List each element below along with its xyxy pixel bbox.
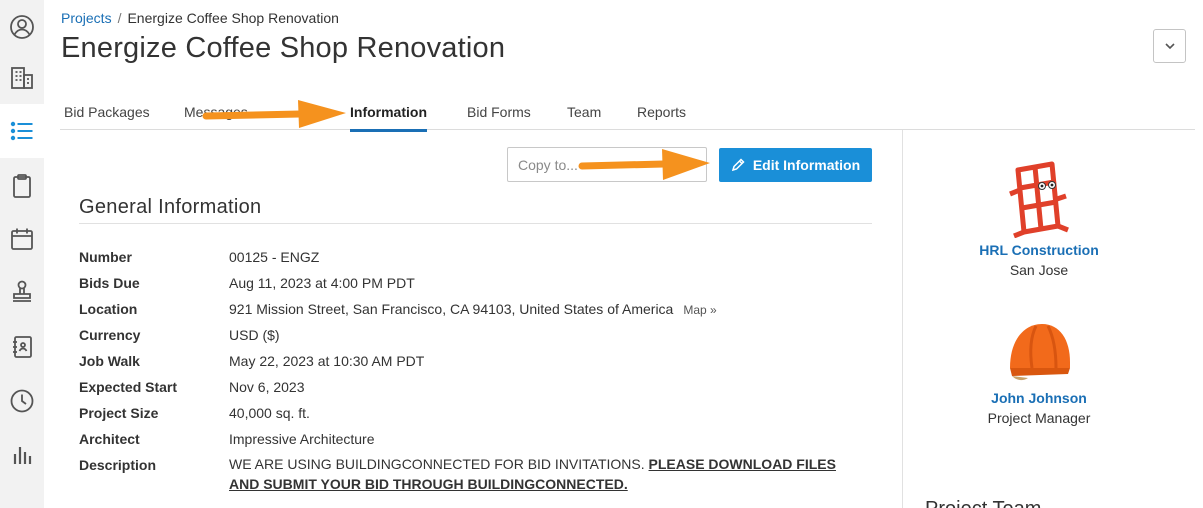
breadcrumb-separator: / (117, 10, 122, 26)
info-label: Architect (79, 431, 140, 447)
breadcrumb-current: Energize Coffee Shop Renovation (127, 10, 339, 26)
general-information-heading: General Information (79, 196, 262, 218)
user-circle-icon (10, 15, 34, 39)
address-book-icon (13, 336, 32, 358)
rail-item-analytics[interactable] (0, 428, 44, 482)
info-row-project-size: Project Size 40,000 sq. ft. (79, 405, 879, 431)
rail-item-history[interactable] (0, 374, 44, 428)
info-value: Impressive Architecture (229, 431, 375, 447)
info-row-job-walk: Job Walk May 22, 2023 at 10:30 AM PDT (79, 353, 879, 379)
info-value: 00125 - ENGZ (229, 249, 320, 265)
info-label: Currency (79, 327, 141, 343)
info-value: Nov 6, 2023 (229, 379, 305, 395)
info-row-bids-due: Bids Due Aug 11, 2023 at 4:00 PM PDT (79, 275, 879, 301)
company-name-link[interactable]: HRL Construction (940, 242, 1138, 258)
clock-icon (10, 389, 34, 413)
info-label: Expected Start (79, 379, 178, 395)
info-row-description: Description WE ARE USING BUILDINGCONNECT… (79, 454, 879, 502)
info-row-currency: Currency USD ($) (79, 327, 879, 353)
page-title: Energize Coffee Shop Renovation (61, 32, 506, 64)
project-manager-role: Project Manager (987, 410, 1091, 426)
info-label: Job Walk (79, 353, 140, 369)
info-value: Aug 11, 2023 at 4:00 PM PDT (229, 275, 415, 291)
hard-hat-avatar-icon (1010, 324, 1070, 381)
info-value: May 22, 2023 at 10:30 AM PDT (229, 353, 425, 369)
calendar-icon (11, 228, 33, 250)
breadcrumb: Projects / Energize Coffee Shop Renovation (61, 10, 339, 26)
section-divider (79, 223, 872, 224)
description-value: WE ARE USING BUILDINGCONNECTED FOR BID I… (229, 454, 859, 494)
hrl-construction-logo-icon (1009, 161, 1069, 238)
bar-chart-icon (13, 447, 32, 464)
rail-item-companies[interactable] (0, 51, 44, 105)
rail-item-directory[interactable] (0, 320, 44, 374)
info-label: Description (79, 457, 157, 473)
copy-to-input[interactable] (507, 147, 707, 182)
chevron-down-icon (1164, 43, 1175, 50)
info-row-location: Location 921 Mission Street, San Francis… (79, 301, 879, 327)
edit-information-button[interactable]: Edit Information (719, 148, 872, 182)
project-manager-card: John Johnson Project Manager (940, 318, 1138, 426)
edit-information-label: Edit Information (752, 157, 861, 173)
tab-bid-packages[interactable]: Bid Packages (64, 104, 150, 129)
location-text: 921 Mission Street, San Francisco, CA 94… (229, 301, 674, 317)
pencil-icon (731, 158, 745, 172)
left-nav-rail (0, 0, 44, 508)
info-label: Location (79, 301, 138, 317)
info-label: Bids Due (79, 275, 140, 291)
info-value: 40,000 sq. ft. (229, 405, 310, 421)
list-icon (10, 121, 33, 141)
info-value-location: 921 Mission Street, San Francisco, CA 94… (229, 301, 717, 317)
tab-reports[interactable]: Reports (637, 104, 686, 129)
project-team-heading: Project Team (925, 498, 1041, 508)
info-value: USD ($) (229, 327, 280, 343)
info-row-expected-start: Expected Start Nov 6, 2023 (79, 379, 879, 405)
breadcrumb-projects-link[interactable]: Projects (61, 10, 112, 26)
clipboard-icon (13, 174, 31, 198)
project-actions-dropdown[interactable] (1153, 29, 1186, 63)
info-row-number: Number 00125 - ENGZ (79, 249, 879, 275)
tab-bid-forms[interactable]: Bid Forms (467, 104, 531, 129)
tab-information[interactable]: Information (350, 104, 427, 132)
tab-messages[interactable]: Messages (184, 104, 248, 129)
company-location: San Jose (1009, 262, 1069, 278)
rail-item-approvals[interactable] (0, 265, 44, 319)
rail-item-profile[interactable] (0, 0, 44, 54)
rail-item-tasks[interactable] (0, 159, 44, 213)
description-plain: WE ARE USING BUILDINGCONNECTED FOR BID I… (229, 456, 649, 472)
map-link[interactable]: Map » (683, 303, 716, 317)
tab-team[interactable]: Team (567, 104, 601, 129)
info-label: Number (79, 249, 132, 265)
project-manager-name-link[interactable]: John Johnson (940, 390, 1138, 406)
column-divider (902, 130, 903, 508)
stamp-icon (13, 280, 31, 302)
building-icon (11, 67, 33, 89)
rail-item-projects[interactable] (0, 104, 44, 158)
rail-item-calendar[interactable] (0, 212, 44, 266)
info-label: Project Size (79, 405, 159, 421)
company-card: HRL Construction San Jose (940, 160, 1138, 278)
project-tabs: Bid Packages Messages Information Bid Fo… (60, 98, 1195, 132)
